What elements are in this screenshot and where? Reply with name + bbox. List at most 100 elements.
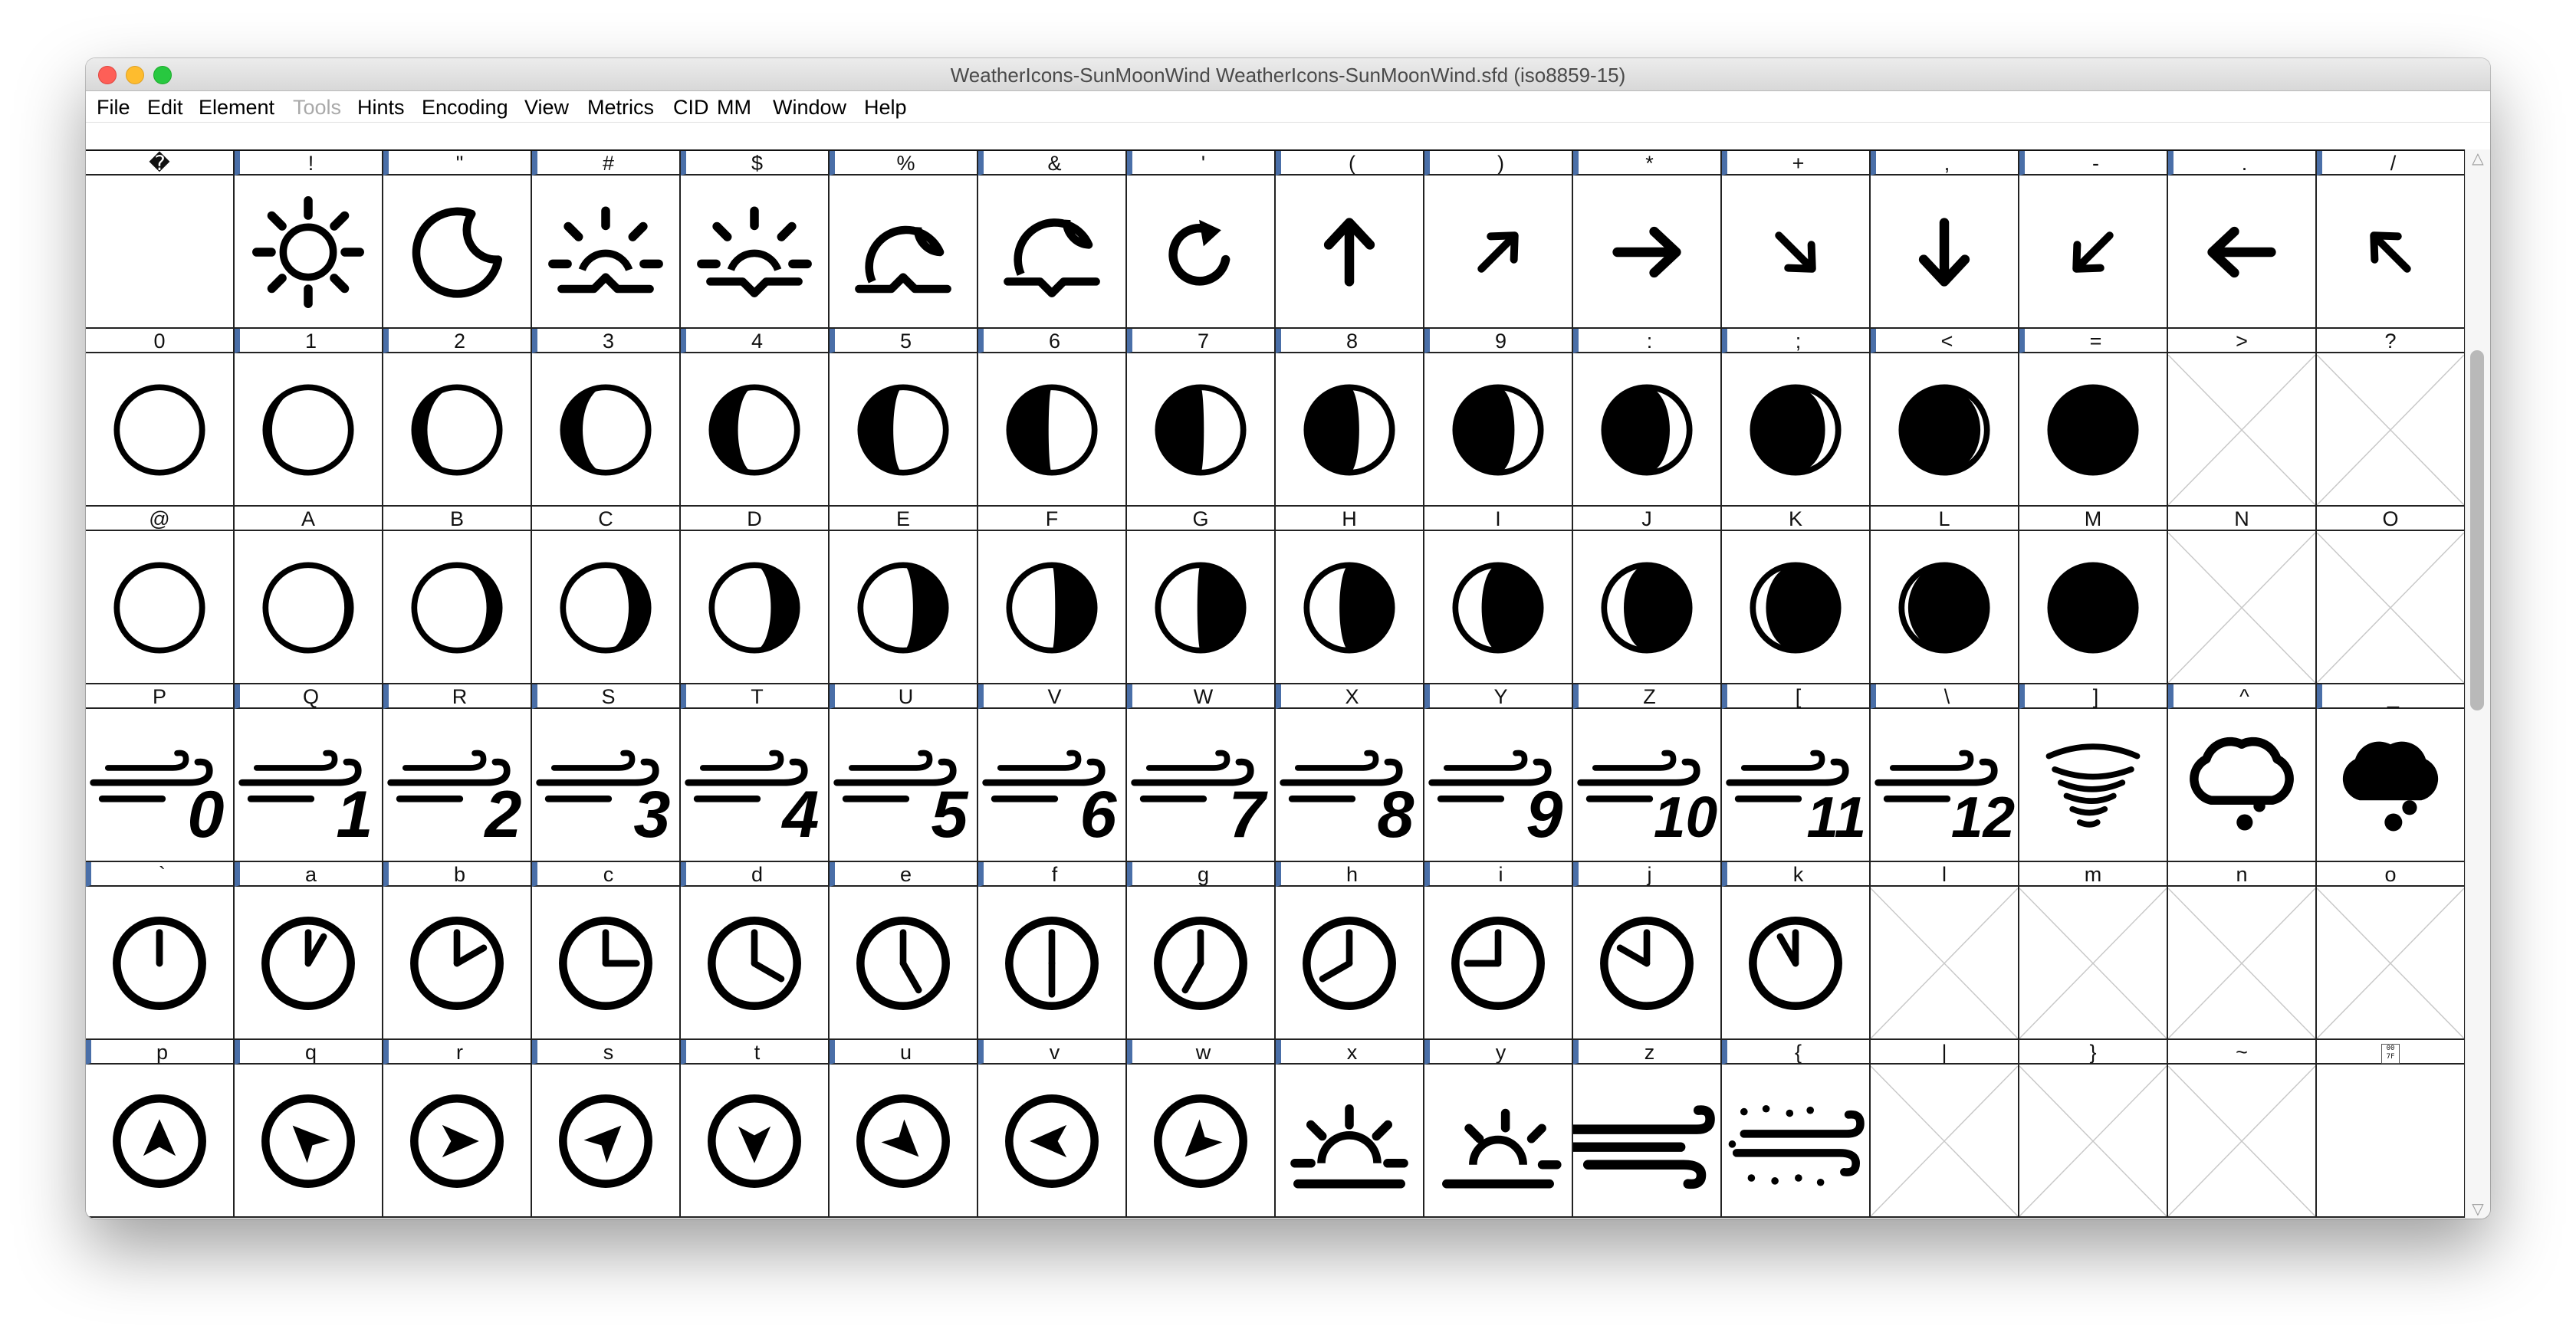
glyph-cell[interactable]: = — [2019, 329, 2168, 507]
glyph-cell[interactable]: ' — [1127, 151, 1276, 329]
glyph-cell[interactable]: [ 11 — [1722, 684, 1871, 862]
glyph-cell[interactable]: h — [1276, 862, 1424, 1040]
glyph-cell[interactable]: E — [830, 507, 978, 684]
glyph-cell[interactable]: ! — [235, 151, 383, 329]
glyph-cell[interactable]: D — [681, 507, 830, 684]
glyph-cell[interactable]: I — [1424, 507, 1573, 684]
glyph-cell[interactable]: M — [2019, 507, 2168, 684]
glyph-cell[interactable]: @ — [86, 507, 235, 684]
glyph-cell[interactable]: Q 1 — [235, 684, 383, 862]
glyph-cell[interactable]: % — [830, 151, 978, 329]
menu-metrics[interactable]: Metrics — [587, 96, 654, 120]
glyph-cell[interactable]: j — [1573, 862, 1722, 1040]
glyph-cell[interactable]: e — [830, 862, 978, 1040]
glyph-cell[interactable]: g — [1127, 862, 1276, 1040]
glyph-cell[interactable]: A — [235, 507, 383, 684]
glyph-cell[interactable]: ? — [2317, 329, 2466, 507]
glyph-cell[interactable]: Y 9 — [1424, 684, 1573, 862]
glyph-cell[interactable]: \ 12 — [1871, 684, 2019, 862]
glyph-cell[interactable]: - — [2019, 151, 2168, 329]
scroll-down-icon[interactable]: ▽ — [2469, 1200, 2487, 1219]
glyph-cell[interactable]: 9 — [1424, 329, 1573, 507]
scroll-up-icon[interactable]: △ — [2469, 149, 2487, 168]
glyph-cell[interactable]: B — [383, 507, 532, 684]
glyph-cell[interactable]: 7 — [1127, 329, 1276, 507]
glyph-cell[interactable]: V 6 — [978, 684, 1127, 862]
glyph-cell[interactable]: F — [978, 507, 1127, 684]
glyph-cell[interactable]: # — [532, 151, 681, 329]
glyph-cell[interactable]: w — [1127, 1040, 1276, 1218]
glyph-cell[interactable]: s — [532, 1040, 681, 1218]
glyph-cell[interactable]: z — [1573, 1040, 1722, 1218]
glyph-cell[interactable]: 0 — [86, 329, 235, 507]
glyph-cell[interactable]: + — [1722, 151, 1871, 329]
glyph-cell[interactable]: _ — [2317, 684, 2466, 862]
glyph-cell[interactable]: n — [2168, 862, 2317, 1040]
menu-encoding[interactable]: Encoding — [422, 96, 508, 120]
glyph-cell[interactable]: . — [2168, 151, 2317, 329]
glyph-cell[interactable]: 00 7F — [2317, 1040, 2466, 1218]
glyph-cell[interactable]: T 4 — [681, 684, 830, 862]
glyph-cell[interactable]: q — [235, 1040, 383, 1218]
glyph-cell[interactable]: X 8 — [1276, 684, 1424, 862]
glyph-cell[interactable]: S 3 — [532, 684, 681, 862]
menu-edit[interactable]: Edit — [147, 96, 183, 120]
glyph-cell[interactable]: } — [2019, 1040, 2168, 1218]
glyph-cell[interactable]: k — [1722, 862, 1871, 1040]
glyph-cell[interactable]: y — [1424, 1040, 1573, 1218]
glyph-cell[interactable]: ` — [86, 862, 235, 1040]
glyph-cell[interactable]: * — [1573, 151, 1722, 329]
glyph-cell[interactable]: L — [1871, 507, 2019, 684]
glyph-cell[interactable]: R 2 — [383, 684, 532, 862]
glyph-cell[interactable]: 1 — [235, 329, 383, 507]
menu-tools[interactable]: Tools — [293, 96, 341, 120]
glyph-cell[interactable]: u — [830, 1040, 978, 1218]
glyph-cell[interactable]: c — [532, 862, 681, 1040]
glyph-cell[interactable]: v — [978, 1040, 1127, 1218]
glyph-cell[interactable]: { — [1722, 1040, 1871, 1218]
menu-view[interactable]: View — [524, 96, 569, 120]
glyph-cell[interactable]: $ — [681, 151, 830, 329]
glyph-cell[interactable]: 8 — [1276, 329, 1424, 507]
glyph-cell[interactable]: m — [2019, 862, 2168, 1040]
glyph-cell[interactable]: l — [1871, 862, 2019, 1040]
glyph-cell[interactable]: p — [86, 1040, 235, 1218]
glyph-cell[interactable]: b — [383, 862, 532, 1040]
glyph-cell[interactable]: 5 — [830, 329, 978, 507]
glyph-cell[interactable]: ^ — [2168, 684, 2317, 862]
menu-window[interactable]: Window — [773, 96, 846, 120]
glyph-cell[interactable]: a — [235, 862, 383, 1040]
glyph-cell[interactable]: N — [2168, 507, 2317, 684]
glyph-cell[interactable]: : — [1573, 329, 1722, 507]
glyph-cell[interactable]: ] — [2019, 684, 2168, 862]
glyph-cell[interactable]: < — [1871, 329, 2019, 507]
glyph-cell[interactable]: P 0 — [86, 684, 235, 862]
glyph-cell[interactable]: x — [1276, 1040, 1424, 1218]
glyph-cell[interactable]: " — [383, 151, 532, 329]
glyph-cell[interactable]: | — [1871, 1040, 2019, 1218]
glyph-cell[interactable]: � — [86, 151, 235, 329]
glyph-cell[interactable]: ) — [1424, 151, 1573, 329]
menu-cid[interactable]: CID — [673, 96, 709, 120]
glyph-cell[interactable]: 2 — [383, 329, 532, 507]
glyph-cell[interactable]: 4 — [681, 329, 830, 507]
glyph-cell[interactable]: Z 10 — [1573, 684, 1722, 862]
menu-mm[interactable]: MM — [717, 96, 751, 120]
glyph-cell[interactable]: r — [383, 1040, 532, 1218]
glyph-cell[interactable]: 3 — [532, 329, 681, 507]
glyph-cell[interactable]: f — [978, 862, 1127, 1040]
menu-hints[interactable]: Hints — [357, 96, 405, 120]
glyph-cell[interactable]: G — [1127, 507, 1276, 684]
glyph-cell[interactable]: J — [1573, 507, 1722, 684]
glyph-cell[interactable]: O — [2317, 507, 2466, 684]
glyph-cell[interactable]: ( — [1276, 151, 1424, 329]
glyph-cell[interactable]: d — [681, 862, 830, 1040]
glyph-cell[interactable]: ~ — [2168, 1040, 2317, 1218]
glyph-cell[interactable]: 6 — [978, 329, 1127, 507]
menu-help[interactable]: Help — [864, 96, 907, 120]
glyph-cell[interactable]: o — [2317, 862, 2466, 1040]
menu-element[interactable]: Element — [199, 96, 274, 120]
glyph-cell[interactable]: / — [2317, 151, 2466, 329]
glyph-cell[interactable]: & — [978, 151, 1127, 329]
glyph-cell[interactable]: H — [1276, 507, 1424, 684]
